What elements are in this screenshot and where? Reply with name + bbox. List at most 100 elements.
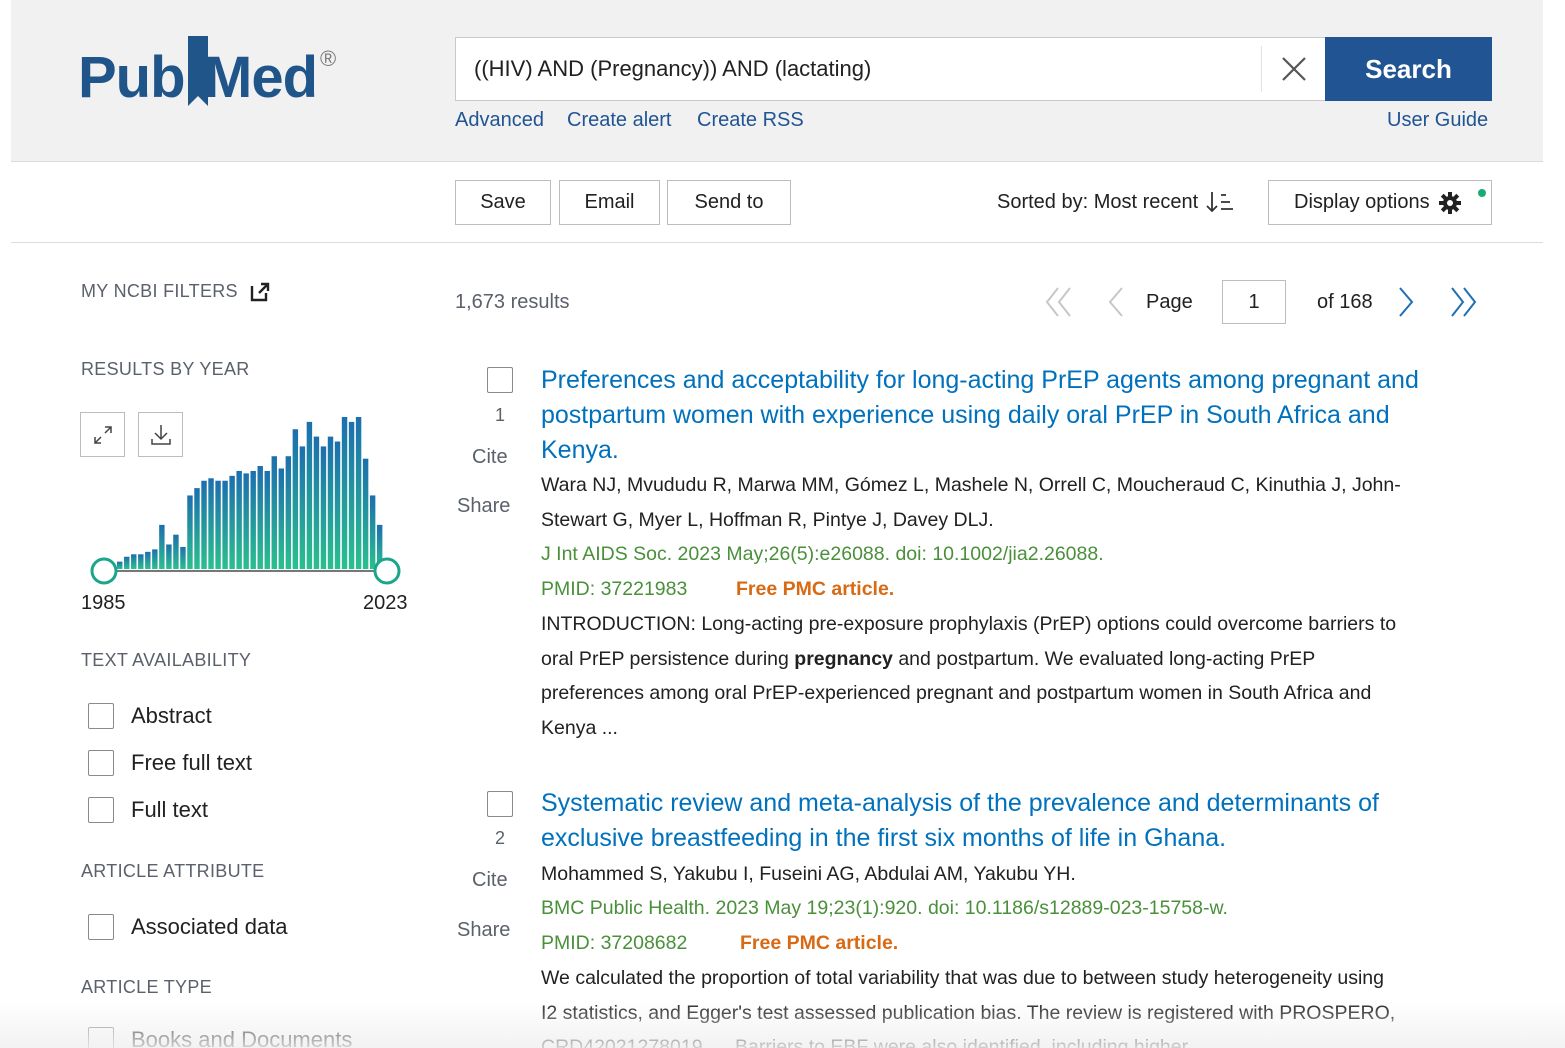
result-1-authors-line: Stewart G, Myer L, Hoffman R, Pintye J, … — [541, 509, 994, 531]
histogram-bar-1985[interactable] — [117, 561, 123, 569]
result-1-snippet-line: Kenya ... — [541, 716, 618, 739]
logo-text-med: Med — [204, 45, 318, 110]
advanced-link[interactable]: Advanced — [455, 109, 544, 132]
result-2-checkbox[interactable] — [487, 791, 513, 817]
histogram-bar-1999[interactable] — [215, 480, 221, 569]
results-by-year-heading: RESULTS BY YEAR — [81, 359, 250, 379]
histogram-bar-2003[interactable] — [243, 473, 249, 569]
result-1-snippet-line: oral PrEP persistence during pregnancy a… — [541, 642, 1476, 677]
histogram-bar-2004[interactable] — [250, 470, 256, 569]
search-input[interactable] — [474, 38, 1254, 100]
histogram-bar-1991[interactable] — [159, 524, 165, 569]
display-options-button[interactable]: Display options — [1268, 180, 1492, 225]
email-button[interactable]: Email — [559, 180, 660, 225]
histogram-bar-2019[interactable] — [355, 417, 362, 569]
page-total: of 168 — [1317, 291, 1373, 313]
histogram-bar-2010[interactable] — [292, 429, 299, 569]
histogram-bar-2017[interactable] — [341, 417, 348, 569]
histogram-bar-2009[interactable] — [285, 456, 292, 569]
clear-search-button[interactable] — [1261, 46, 1325, 92]
result-1-checkbox[interactable] — [487, 367, 513, 393]
histogram-bar-1994[interactable] — [180, 546, 186, 569]
filter-books-checkbox[interactable] — [88, 1027, 114, 1048]
histogram-bar-1997[interactable] — [201, 480, 207, 569]
filter-full-text-label: Full text — [131, 797, 209, 822]
histogram-bar-1989[interactable] — [145, 551, 151, 569]
result-2-snippet-line: I2 statistics, and Egger's test assessed… — [541, 1001, 1396, 1024]
logo-registered: ® — [320, 46, 337, 71]
filter-associated-data[interactable]: Associated data — [88, 914, 288, 940]
pubmed-logo[interactable]: Pub Med ® — [78, 28, 348, 120]
histogram-bar-1993[interactable] — [173, 534, 179, 569]
filter-free-full-text-checkbox[interactable] — [88, 750, 114, 776]
filter-full-text[interactable]: Full text — [88, 797, 208, 823]
my-ncbi-filters-link[interactable]: MY NCBI FILTERS — [81, 281, 270, 302]
my-ncbi-filters-label: MY NCBI FILTERS — [81, 281, 238, 301]
gear-icon — [1438, 191, 1461, 214]
histogram-bar-1986[interactable] — [124, 556, 130, 569]
results-by-year-chart[interactable] — [81, 400, 421, 590]
histogram-bar-1996[interactable] — [194, 488, 200, 569]
filter-abstract-checkbox[interactable] — [88, 703, 114, 729]
histogram-bar-2020[interactable] — [362, 458, 369, 569]
histogram-bar-1988[interactable] — [138, 554, 144, 569]
histogram-bar-1995[interactable] — [187, 495, 193, 569]
histogram-bar-1992[interactable] — [166, 544, 172, 569]
result-1-free-pmc-link[interactable]: Free PMC article. — [736, 578, 894, 601]
histogram-bar-2006[interactable] — [264, 470, 270, 569]
histogram-bar-2007[interactable] — [271, 456, 277, 569]
filter-books-and-documents[interactable]: Books and Documents — [88, 1027, 352, 1048]
prev-page-icon[interactable] — [1106, 286, 1126, 318]
histogram-bar-2015[interactable] — [327, 436, 334, 569]
histogram-bar-2014[interactable] — [320, 446, 327, 569]
histogram-bar-1998[interactable] — [208, 478, 214, 569]
filter-associated-data-checkbox[interactable] — [88, 914, 114, 940]
first-page-icon[interactable] — [1044, 286, 1074, 318]
histogram-bar-1990[interactable] — [152, 549, 158, 569]
result-2-title-line: Systematic review and meta-analysis of t… — [541, 789, 1379, 817]
page-number-input[interactable] — [1222, 280, 1286, 324]
result-1-share-button[interactable]: Share — [457, 495, 510, 518]
save-button[interactable]: Save — [455, 180, 551, 225]
user-guide-link[interactable]: User Guide — [1387, 109, 1488, 132]
histogram-bar-2005[interactable] — [257, 466, 263, 569]
result-1-cite-button[interactable]: Cite — [472, 446, 508, 469]
filter-full-text-checkbox[interactable] — [88, 797, 114, 823]
result-count: 1,673 results — [455, 291, 570, 313]
result-2-title[interactable]: Systematic review and meta-analysis of t… — [541, 786, 1471, 856]
filter-free-full-text[interactable]: Free full text — [88, 750, 252, 776]
result-1-authors-line: Wara NJ, Mvududu R, Marwa MM, Gómez L, M… — [541, 474, 1401, 496]
histogram-bar-2011[interactable] — [299, 446, 306, 569]
result-1-citation: J Int AIDS Soc. 2023 May;26(5):e26088. d… — [541, 543, 1104, 565]
histogram-bar-2002[interactable] — [236, 470, 242, 569]
create-alert-link[interactable]: Create alert — [567, 109, 672, 132]
year-end-handle[interactable] — [373, 557, 401, 585]
year-start-handle[interactable] — [90, 557, 118, 585]
result-2-free-pmc-link[interactable]: Free PMC article. — [740, 932, 898, 955]
histogram-bar-2000[interactable] — [222, 480, 228, 569]
histogram-bar-2001[interactable] — [229, 475, 235, 569]
notification-dot — [1478, 189, 1486, 197]
histogram-bar-1987[interactable] — [131, 554, 137, 569]
histogram-bar-2018[interactable] — [348, 421, 355, 569]
search-box — [455, 37, 1325, 101]
histogram-bar-2016[interactable] — [334, 441, 341, 569]
histogram-bar-2008[interactable] — [278, 468, 285, 569]
histogram-bar-2013[interactable] — [313, 436, 320, 569]
search-button[interactable]: Search — [1325, 37, 1492, 101]
result-2-share-button[interactable]: Share — [457, 919, 510, 942]
send-to-button[interactable]: Send to — [667, 180, 791, 225]
sort-control[interactable]: Sorted by: Most recent — [997, 190, 1234, 214]
create-rss-link[interactable]: Create RSS — [697, 109, 804, 132]
result-2-cite-button[interactable]: Cite — [472, 869, 508, 892]
result-1-title-line: postpartum women with experience using d… — [541, 401, 1390, 429]
result-1-title[interactable]: Preferences and acceptability for long-a… — [541, 363, 1471, 468]
filter-abstract[interactable]: Abstract — [88, 703, 212, 729]
display-options-label: Display options — [1294, 191, 1430, 213]
histogram-bar-2021[interactable] — [369, 495, 376, 569]
next-page-icon[interactable] — [1396, 286, 1416, 318]
snippet-text: oral PrEP persistence during — [541, 647, 795, 670]
result-1-authors: Wara NJ, Mvududu R, Marwa MM, Gómez L, M… — [541, 468, 1471, 538]
last-page-icon[interactable] — [1448, 286, 1478, 318]
histogram-bar-2012[interactable] — [306, 421, 313, 569]
